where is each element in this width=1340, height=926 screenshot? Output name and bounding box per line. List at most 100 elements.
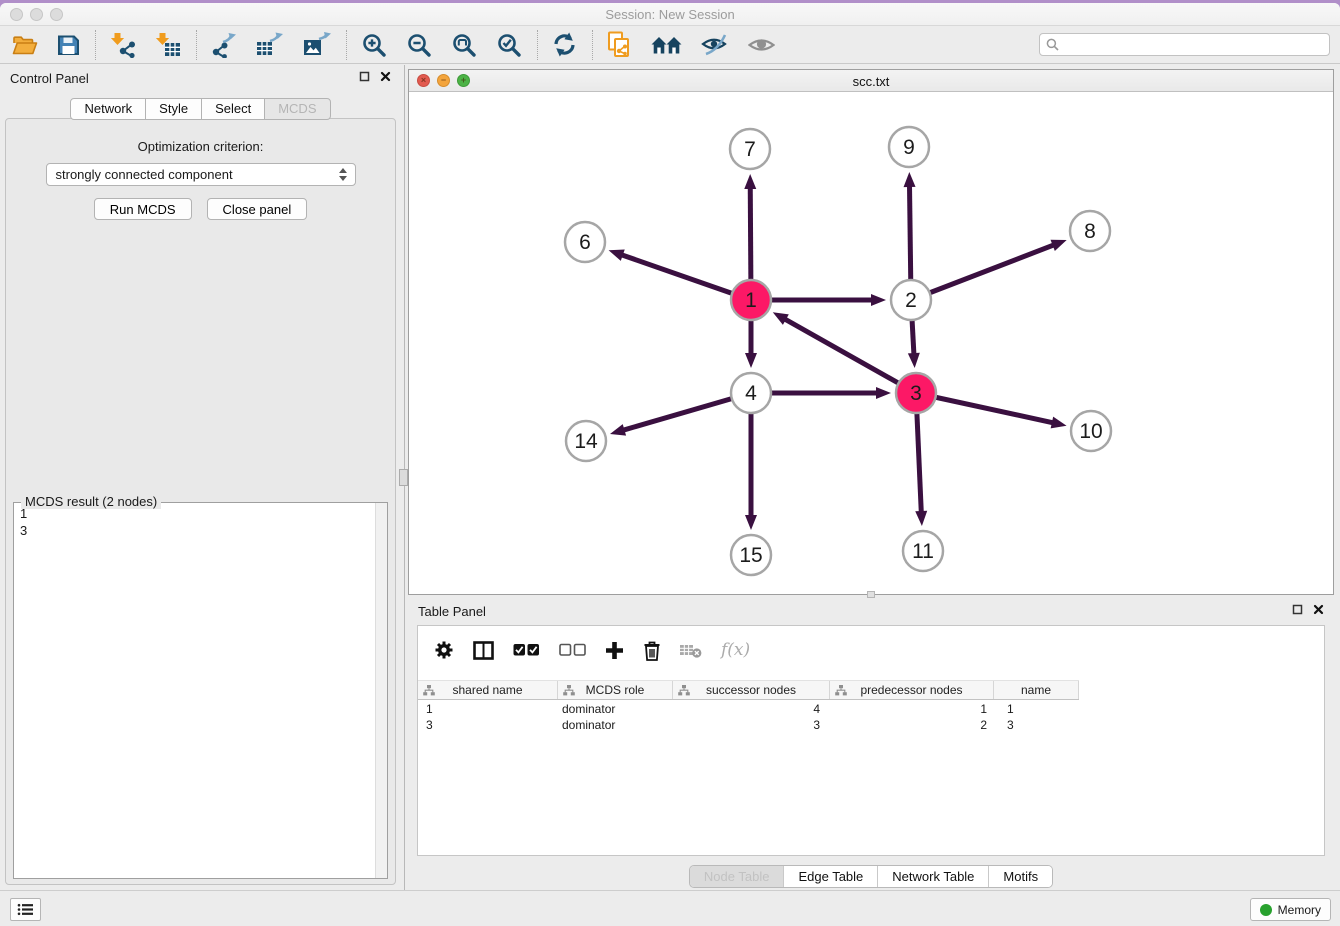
function-builder-icon: f(x) <box>721 640 750 660</box>
column-header-label: predecessor nodes <box>860 683 962 697</box>
zoom-out-icon[interactable] <box>406 30 432 60</box>
table-options-icon[interactable] <box>434 635 454 665</box>
graph-node-label: 7 <box>744 138 756 161</box>
float-panel-icon[interactable] <box>1292 604 1303 615</box>
graph-edge-3-10[interactable] <box>916 393 1055 423</box>
delete-table-icon <box>680 635 702 665</box>
tab-network[interactable]: Network <box>70 98 146 120</box>
main-toolbar <box>0 26 1340 64</box>
memory-label: Memory <box>1278 903 1321 917</box>
column-header-MCDS-role[interactable]: MCDS role <box>558 681 673 699</box>
table-panel: Table Panel <box>408 598 1334 891</box>
close-panel-button[interactable]: Close panel <box>207 198 308 220</box>
graph-node-label: 4 <box>745 382 757 405</box>
run-mcds-button[interactable]: Run MCDS <box>94 198 192 220</box>
hide-selected-eye-icon[interactable] <box>701 30 729 60</box>
table-toolbar: f(x) <box>418 626 1324 674</box>
table-cell: dominator <box>558 717 673 733</box>
apply-layout-icon[interactable] <box>552 30 577 60</box>
column-header-successor-nodes[interactable]: successor nodes <box>673 681 830 699</box>
table-panel-title: Table Panel <box>418 604 486 619</box>
open-session-icon[interactable] <box>12 30 38 60</box>
select-stepper-icon <box>339 168 347 181</box>
table-tabs-bar: Node TableEdge TableNetwork TableMotifs <box>408 865 1334 888</box>
graph-edge-3-1[interactable] <box>783 318 916 393</box>
tab-motifs[interactable]: Motifs <box>988 866 1052 887</box>
graph-edge-2-8[interactable] <box>911 244 1055 300</box>
memory-status-icon <box>1260 904 1272 916</box>
column-header-label: MCDS role <box>586 683 645 697</box>
network-view-window: × − + scc.txt 1234678910111415 <box>408 69 1334 595</box>
graph-node-label: 3 <box>910 382 922 405</box>
column-header-label: shared name <box>452 683 522 697</box>
tab-edge-table[interactable]: Edge Table <box>783 866 877 887</box>
graph-edge-arrowhead <box>745 353 757 368</box>
splitter-grip[interactable] <box>399 469 408 486</box>
zoom-fit-icon[interactable] <box>451 30 477 60</box>
select-all-rows-icon[interactable] <box>513 635 540 665</box>
table-cell: 3 <box>418 717 558 733</box>
control-panel-tabs: NetworkStyleSelectMCDS <box>0 98 401 120</box>
mcds-result-title: MCDS result (2 nodes) <box>21 494 161 509</box>
search-box[interactable] <box>1039 33 1330 56</box>
export-network-icon[interactable] <box>211 30 237 60</box>
import-network-icon[interactable] <box>110 30 136 60</box>
column-header-label: successor nodes <box>706 683 796 697</box>
zoom-selected-icon[interactable] <box>496 30 522 60</box>
export-image-icon[interactable] <box>303 30 331 60</box>
task-history-button[interactable] <box>10 898 41 921</box>
search-icon <box>1046 38 1059 51</box>
table-cell: 2 <box>830 717 994 733</box>
add-column-icon[interactable] <box>605 635 624 665</box>
float-panel-icon[interactable] <box>359 71 370 82</box>
result-scrollbar[interactable] <box>375 503 387 878</box>
close-panel-icon[interactable] <box>1313 604 1324 615</box>
first-neighbors-icon[interactable] <box>651 30 682 60</box>
network-splitter-grip[interactable] <box>867 591 875 598</box>
memory-button[interactable]: Memory <box>1250 898 1331 921</box>
column-header-name[interactable]: name <box>994 681 1079 699</box>
zoom-in-icon[interactable] <box>361 30 387 60</box>
table-cell: 4 <box>673 701 830 717</box>
search-input[interactable] <box>1063 37 1323 53</box>
deselect-all-rows-icon[interactable] <box>559 635 586 665</box>
control-panel-title: Control Panel <box>10 71 89 86</box>
toolbar-separator <box>95 30 96 60</box>
criterion-select[interactable]: strongly connected component <box>46 163 356 186</box>
export-table-icon[interactable] <box>256 30 284 60</box>
tab-mcds[interactable]: MCDS <box>264 98 330 120</box>
mcds-panel: Optimization criterion: strongly connect… <box>5 118 396 885</box>
save-session-icon[interactable] <box>57 30 80 60</box>
graph-edge-arrowhead <box>908 353 920 368</box>
window-title: Session: New Session <box>0 7 1340 22</box>
network-graph[interactable]: 1234678910111415 <box>409 92 1333 594</box>
tab-style[interactable]: Style <box>145 98 202 120</box>
tab-select[interactable]: Select <box>201 98 265 120</box>
graph-node-label: 9 <box>903 136 915 159</box>
graph-node-label: 1 <box>745 289 757 312</box>
column-header-shared-name[interactable]: shared name <box>418 681 558 699</box>
delete-columns-icon[interactable] <box>643 635 661 665</box>
column-header-predecessor-nodes[interactable]: predecessor nodes <box>830 681 994 699</box>
network-window-titlebar: × − + scc.txt <box>409 70 1333 92</box>
graph-edge-arrowhead <box>744 174 756 189</box>
control-panel: Control Panel NetworkStyleSelectMCDS Opt… <box>0 65 401 891</box>
table-cell: 1 <box>830 701 994 717</box>
table-tab-group: Node TableEdge TableNetwork TableMotifs <box>689 865 1053 888</box>
table-row[interactable]: 3dominator323 <box>418 717 1324 733</box>
table-cell: 1 <box>418 701 558 717</box>
mcds-result-list[interactable]: 13 <box>14 503 387 878</box>
graph-edge-arrowhead <box>609 250 625 261</box>
tab-network-table[interactable]: Network Table <box>877 866 988 887</box>
tab-node-table[interactable]: Node Table <box>690 866 784 887</box>
import-table-icon[interactable] <box>155 30 181 60</box>
graph-edge-arrowhead <box>745 515 757 530</box>
clone-network-icon[interactable] <box>607 30 632 60</box>
result-item[interactable]: 3 <box>20 522 387 539</box>
table-row[interactable]: 1dominator411 <box>418 701 1324 717</box>
column-type-icon <box>563 685 575 696</box>
network-canvas[interactable]: 1234678910111415 <box>409 92 1333 594</box>
show-all-eye-icon[interactable] <box>748 30 775 60</box>
close-panel-icon[interactable] <box>380 71 391 82</box>
show-column-panel-icon[interactable] <box>473 635 494 665</box>
